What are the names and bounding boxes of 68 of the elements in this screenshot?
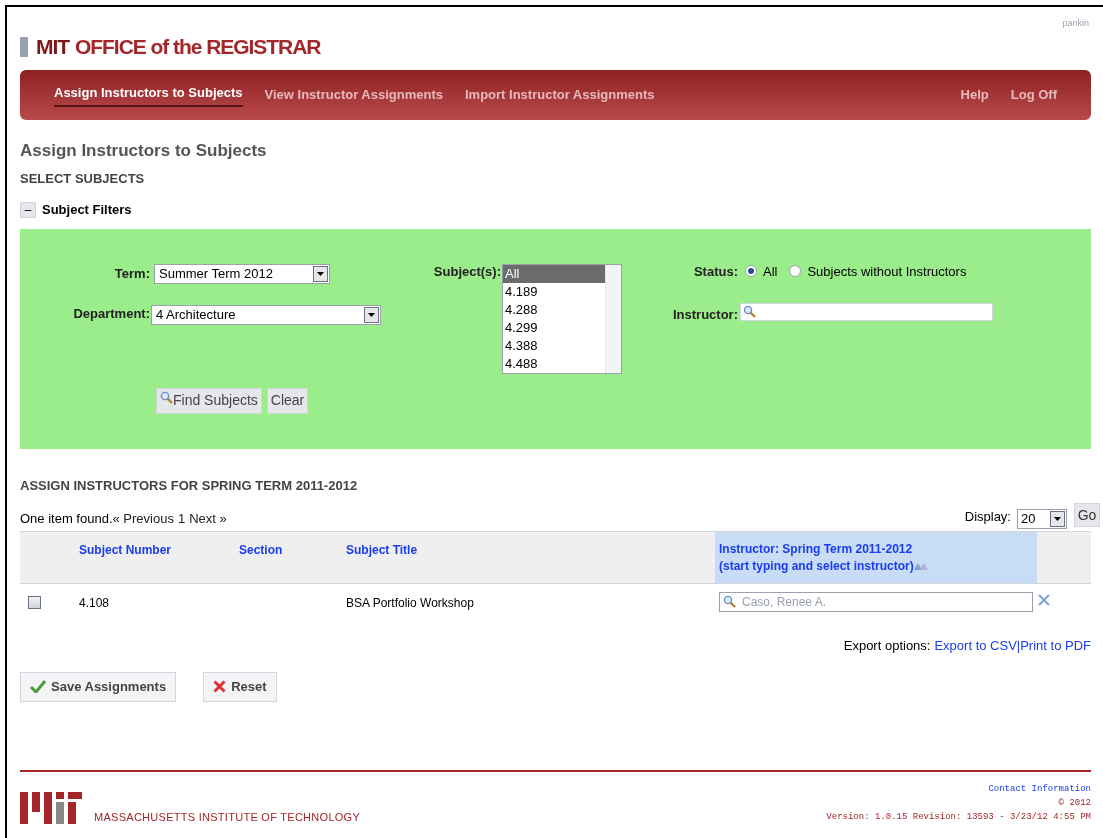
check-icon	[30, 680, 46, 693]
page-size-select[interactable]: 20	[1017, 508, 1067, 529]
column-header[interactable]: Instructor: Spring Term 2011-2012	[719, 540, 1037, 558]
column-header[interactable]: Section	[239, 531, 346, 583]
version-text: Version: 1.0.15 Revision: 13593 - 3/23/12 4:55 PM	[826, 810, 1091, 824]
clear-button[interactable]: Clear	[266, 387, 309, 414]
result-count: One item found.	[20, 510, 113, 527]
institute-logo-icon	[20, 791, 82, 824]
copyright-text: © 2012	[1058, 796, 1091, 810]
field-value: Caso, Renee A.	[742, 593, 827, 611]
nav-link[interactable]: Log Off	[1010, 85, 1057, 105]
logo-text: MIT	[36, 36, 69, 57]
username: pankin	[1062, 17, 1089, 30]
field-label: Department:	[73, 304, 150, 323]
pager-link[interactable]: « Previous	[112, 510, 174, 527]
table-cell-text: 4.108	[79, 594, 111, 612]
export-link[interactable]: Print to PDF	[1020, 637, 1091, 654]
search-icon	[723, 595, 736, 608]
column-header[interactable]: Subject Number	[79, 531, 239, 583]
list-option[interactable]: 4.388	[503, 336, 605, 355]
institute-name: MASSACHUSETTS INSTITUTE OF TECHNOLOGY	[94, 810, 361, 825]
field-label: Term:	[114, 264, 150, 283]
search-icon	[743, 305, 756, 318]
nav-tab[interactable]: Assign Instructors to Subjects	[54, 83, 243, 107]
nav-link[interactable]: Help	[960, 85, 989, 105]
radio-button[interactable]	[789, 265, 802, 278]
logo-bar-icon	[20, 36, 28, 57]
collapse-button[interactable]: –	[20, 201, 36, 218]
nav-tab[interactable]: Import Instructor Assignments	[465, 85, 655, 105]
pager-link[interactable]: Next »	[189, 510, 227, 527]
page-number[interactable]: 1	[177, 510, 186, 527]
display-label: Display:	[964, 508, 1011, 525]
list-option[interactable]: 4.299	[503, 318, 605, 337]
instructor-field[interactable]	[740, 302, 993, 321]
section-heading: SELECT SUBJECTS	[20, 171, 146, 187]
find-subjects-button[interactable]: Find Subjects	[156, 387, 262, 414]
close-icon	[213, 680, 227, 693]
go-button[interactable]: Go	[1074, 502, 1100, 527]
dropdown[interactable]: 4 Architecture	[151, 304, 381, 325]
radio-label: All	[763, 262, 778, 281]
sort-icon[interactable]	[913, 562, 928, 570]
export-link[interactable]: Export to CSV|	[934, 637, 1021, 654]
field-label: Status:	[693, 262, 738, 281]
row-checkbox[interactable]	[28, 595, 41, 609]
search-icon	[160, 390, 173, 404]
field-label: Instructor:	[673, 305, 738, 324]
remove-icon[interactable]	[1038, 593, 1050, 606]
column-header[interactable]: Subject Title	[346, 531, 715, 583]
dropdown[interactable]: Summer Term 2012	[154, 263, 330, 284]
reset-button[interactable]: Reset	[203, 671, 277, 702]
logo-text: OFFICE of the REGISTRAR	[75, 36, 321, 57]
nav-tab[interactable]: View Instructor Assignments	[264, 85, 443, 105]
list-option[interactable]: 4.488	[503, 354, 605, 373]
field-label: Subject(s):	[433, 262, 501, 281]
export-label: Export options:	[843, 637, 931, 654]
filters-title: Subject Filters	[42, 201, 132, 219]
save-button[interactable]: Save Assignments	[20, 671, 177, 702]
radio-label: Subjects without Instructors	[807, 262, 967, 281]
column-header[interactable]: (start typing and select instructor)	[719, 557, 914, 575]
section-heading: ASSIGN INSTRUCTORS FOR SPRING TERM 2011-2012	[20, 477, 359, 494]
page-title: Assign Instructors to Subjects	[20, 140, 268, 162]
contact-link[interactable]: Contact Information	[988, 781, 1091, 796]
subject-listbox[interactable]: All 4.189 4.288 4.299 4.388 4.488	[502, 263, 622, 374]
list-option[interactable]: 4.189	[503, 282, 605, 301]
radio-button[interactable]	[745, 265, 757, 278]
list-option[interactable]: 4.288	[503, 300, 605, 319]
list-option[interactable]: All	[503, 264, 605, 283]
table-cell-text: BSA Portfolio Workshop	[346, 594, 475, 612]
